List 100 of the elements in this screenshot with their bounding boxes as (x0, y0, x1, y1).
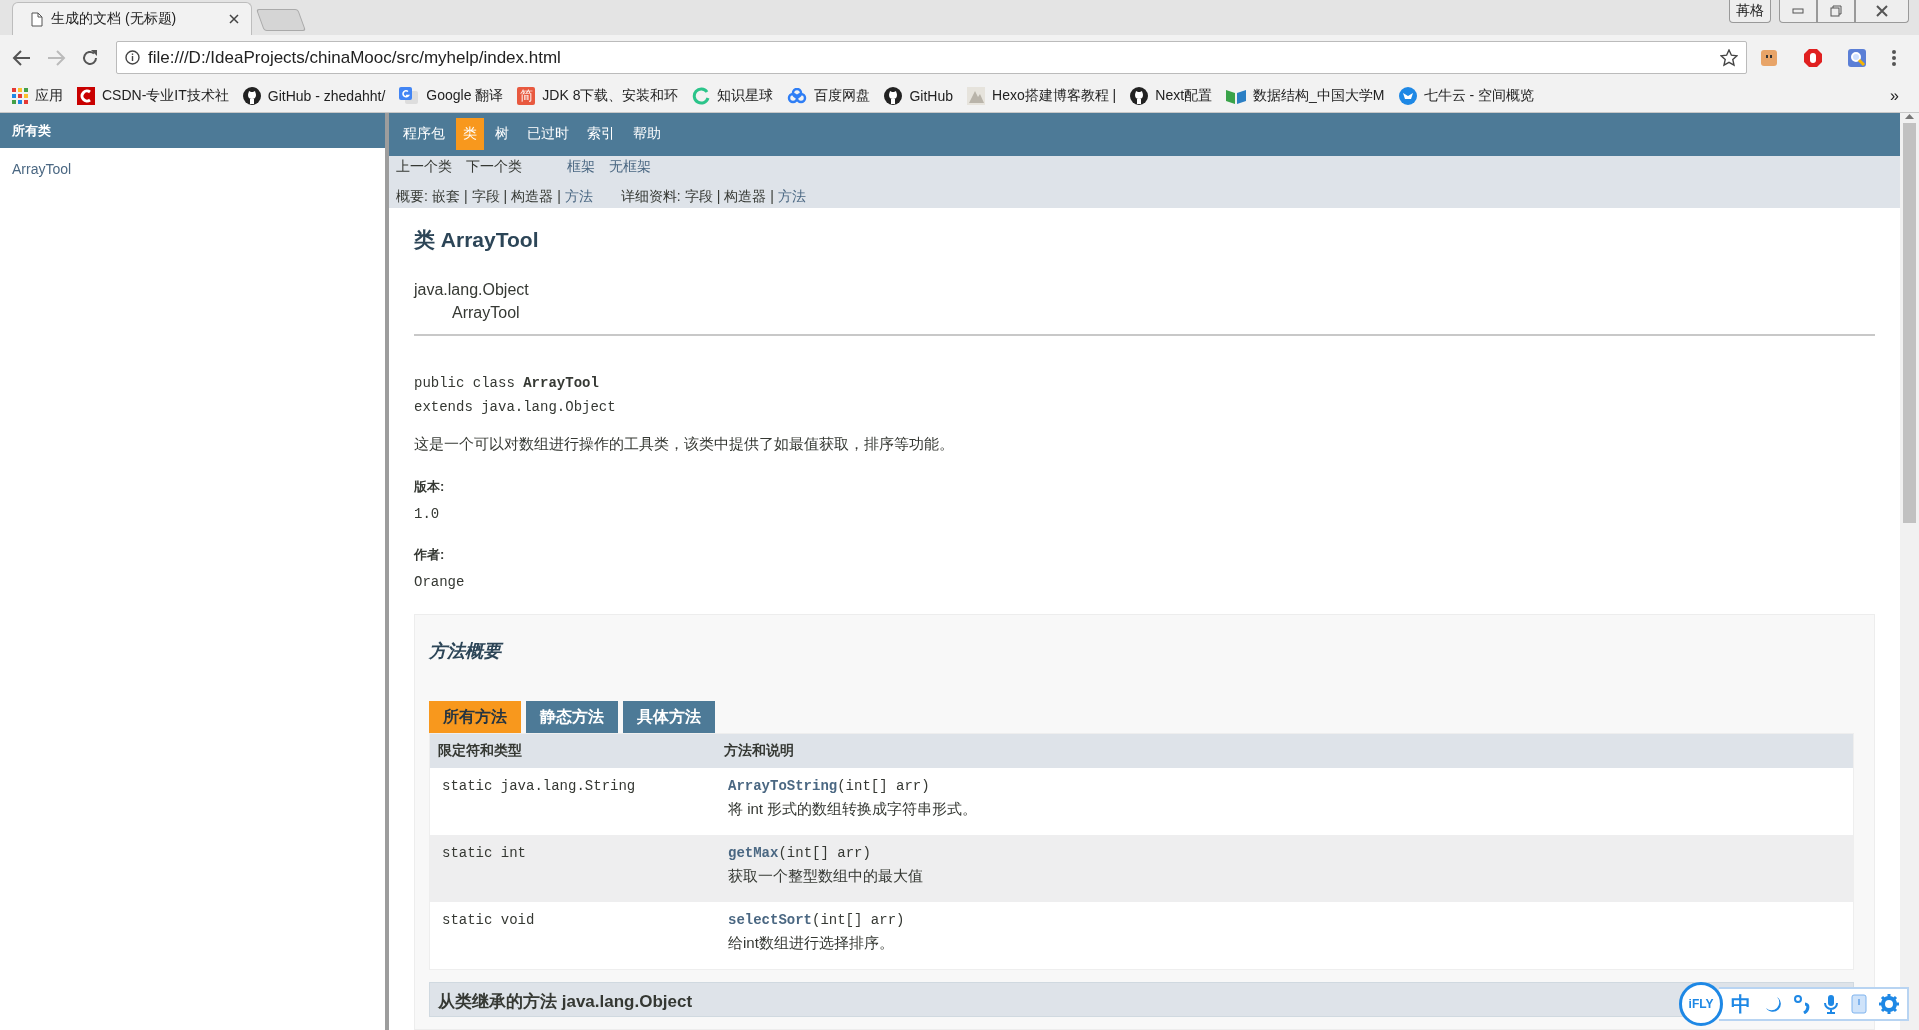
separator: | (463, 187, 468, 206)
scrollbar[interactable] (1900, 113, 1919, 1030)
star-icon[interactable] (1720, 48, 1738, 67)
nav-text: 字段 (471, 187, 500, 206)
bookmark-link[interactable]: Google 翻译 (426, 87, 504, 105)
bookmark-link[interactable]: Next配置 (1155, 87, 1213, 105)
ring-icon (692, 87, 711, 105)
nav-tab[interactable]: 树 (488, 118, 516, 151)
nav-tab[interactable]: 程序包 (396, 118, 452, 151)
table-cell: static void (442, 912, 535, 928)
thumbnail-icon (967, 87, 986, 105)
inheritance-item: java.lang.Object (414, 281, 529, 298)
input-mode-button[interactable]: 中 (1731, 990, 1751, 1018)
info-icon[interactable] (125, 50, 140, 65)
moon-icon[interactable] (1763, 995, 1781, 1013)
nav-text: 嵌套 (431, 187, 460, 206)
method-description: 将 int 形式的数组转换成字符串形式。 (728, 800, 978, 817)
punctuation-icon[interactable] (1793, 994, 1811, 1014)
document-icon (31, 11, 43, 27)
nav-text: 构造器 (511, 187, 554, 206)
bookmark-link[interactable]: JDK 8下载、安装和环 (542, 87, 679, 105)
column-header: 方法和说明 (716, 733, 1854, 768)
extension-face-icon[interactable] (1759, 47, 1779, 68)
minimize-icon (1792, 8, 1804, 14)
class-description: 这是一个可以对数组进行操作的工具类，该类中提供了如最值获取，排序等功能。 (414, 435, 954, 452)
nav-text: 构造器 (724, 187, 767, 206)
tablet-mic-icon[interactable] (1851, 994, 1867, 1014)
separator: | (557, 187, 561, 206)
class-signature: public class ArrayTool (414, 375, 599, 391)
bookmark-link[interactable]: GitHub - zhedahht/ (267, 88, 386, 104)
minimize-button[interactable] (1779, 0, 1817, 23)
close-icon (1876, 5, 1888, 17)
nav-tab[interactable]: 已过时 (520, 118, 576, 151)
class-signature: extends java.lang.Object (414, 399, 616, 415)
tag-value: 1.0 (414, 506, 440, 522)
nav-tab[interactable]: 索引 (580, 118, 622, 151)
cat-silhouette-icon (884, 87, 903, 105)
method-params: (int[] arr) (812, 912, 905, 928)
section-title: 方法概要 (429, 639, 1854, 663)
bookmark-link[interactable]: GitHub (909, 88, 954, 104)
bookmark-link[interactable]: Hexo搭建博客教程 | (992, 87, 1117, 105)
nav-text: 下一个类 (466, 157, 522, 176)
method-link[interactable]: selectSort (728, 912, 812, 928)
nav-link[interactable]: 方法 (564, 187, 593, 206)
bookmark-link[interactable]: 应用 (35, 87, 63, 105)
separator: | (503, 187, 508, 206)
menu-icon[interactable] (1891, 48, 1897, 67)
nav-tab[interactable]: 帮助 (626, 118, 668, 151)
bookmark-link[interactable]: 七牛云 - 空间概览 (1423, 87, 1534, 105)
filter-tab[interactable]: 具体方法 (623, 701, 715, 733)
browser-tab[interactable]: 生成的文档 (无标题) (12, 2, 252, 35)
class-link[interactable]: ArrayTool (12, 161, 72, 177)
window-button[interactable]: 苒格 (1729, 0, 1771, 23)
class-title: 类 ArrayTool (414, 227, 540, 253)
book-icon (1226, 88, 1247, 104)
restore-icon (1830, 5, 1842, 17)
nav-text: 上一个类 (396, 157, 452, 176)
nav-label: 概要: (396, 187, 428, 206)
cat-silhouette-icon (1130, 87, 1149, 105)
filter-tab[interactable]: 静态方法 (526, 701, 618, 733)
method-params: (int[] arr) (778, 845, 871, 861)
address-field[interactable]: file:///D:/IdeaProjects/chinaMooc/src/myhelp/index.html (116, 41, 1747, 74)
letter-c-icon (77, 87, 95, 105)
method-link[interactable]: ArrayToString (728, 778, 838, 794)
tag-label: 版本: (414, 479, 445, 494)
separator: | (770, 187, 774, 206)
microphone-icon[interactable] (1823, 994, 1839, 1014)
table-cell: static java.lang.String (442, 778, 636, 794)
restore-button[interactable] (1817, 0, 1855, 23)
filter-tab[interactable]: 所有方法 (429, 701, 521, 733)
tag-value: Orange (414, 574, 465, 590)
settings-icon[interactable] (1879, 994, 1899, 1014)
method-description: 给int数组进行选择排序。 (728, 934, 894, 951)
bookmark-link[interactable]: 数据结构_中国大学M (1253, 87, 1385, 105)
bookmark-link[interactable]: CSDN-专业IT技术社 (102, 87, 229, 105)
translate-icon (399, 87, 420, 105)
nav-link[interactable]: 方法 (778, 187, 806, 206)
tag-label: 作者: (414, 547, 445, 562)
nav-label: 详细资料: (620, 187, 681, 206)
apps-grid-icon (12, 88, 28, 104)
cat-silhouette-icon (242, 87, 261, 105)
cloud-icon (787, 88, 808, 104)
bookmark-link[interactable]: 百度网盘 (814, 87, 871, 105)
sidebar-header: 所有类 (0, 113, 385, 148)
nav-link[interactable]: 无框架 (609, 157, 651, 176)
inheritance-item: ArrayTool (452, 304, 520, 321)
close-window-button[interactable] (1855, 0, 1909, 23)
method-description: 获取一个整型数组中的最大值 (728, 867, 923, 884)
nav-link[interactable]: 框架 (567, 157, 595, 176)
method-params: (int[] arr) (837, 778, 930, 794)
column-header: 限定符和类型 (429, 733, 716, 768)
separator: | (716, 187, 721, 206)
bookmark-icon: 简 (517, 87, 536, 105)
method-link[interactable]: getMax (728, 845, 779, 861)
magnifier-icon[interactable] (1847, 47, 1867, 68)
table-cell: static int (442, 845, 526, 861)
close-icon[interactable] (229, 14, 239, 24)
bookmark-link[interactable]: 知识星球 (717, 87, 774, 105)
overflow-button[interactable]: » (1890, 87, 1899, 105)
nav-text: 字段 (684, 187, 713, 206)
